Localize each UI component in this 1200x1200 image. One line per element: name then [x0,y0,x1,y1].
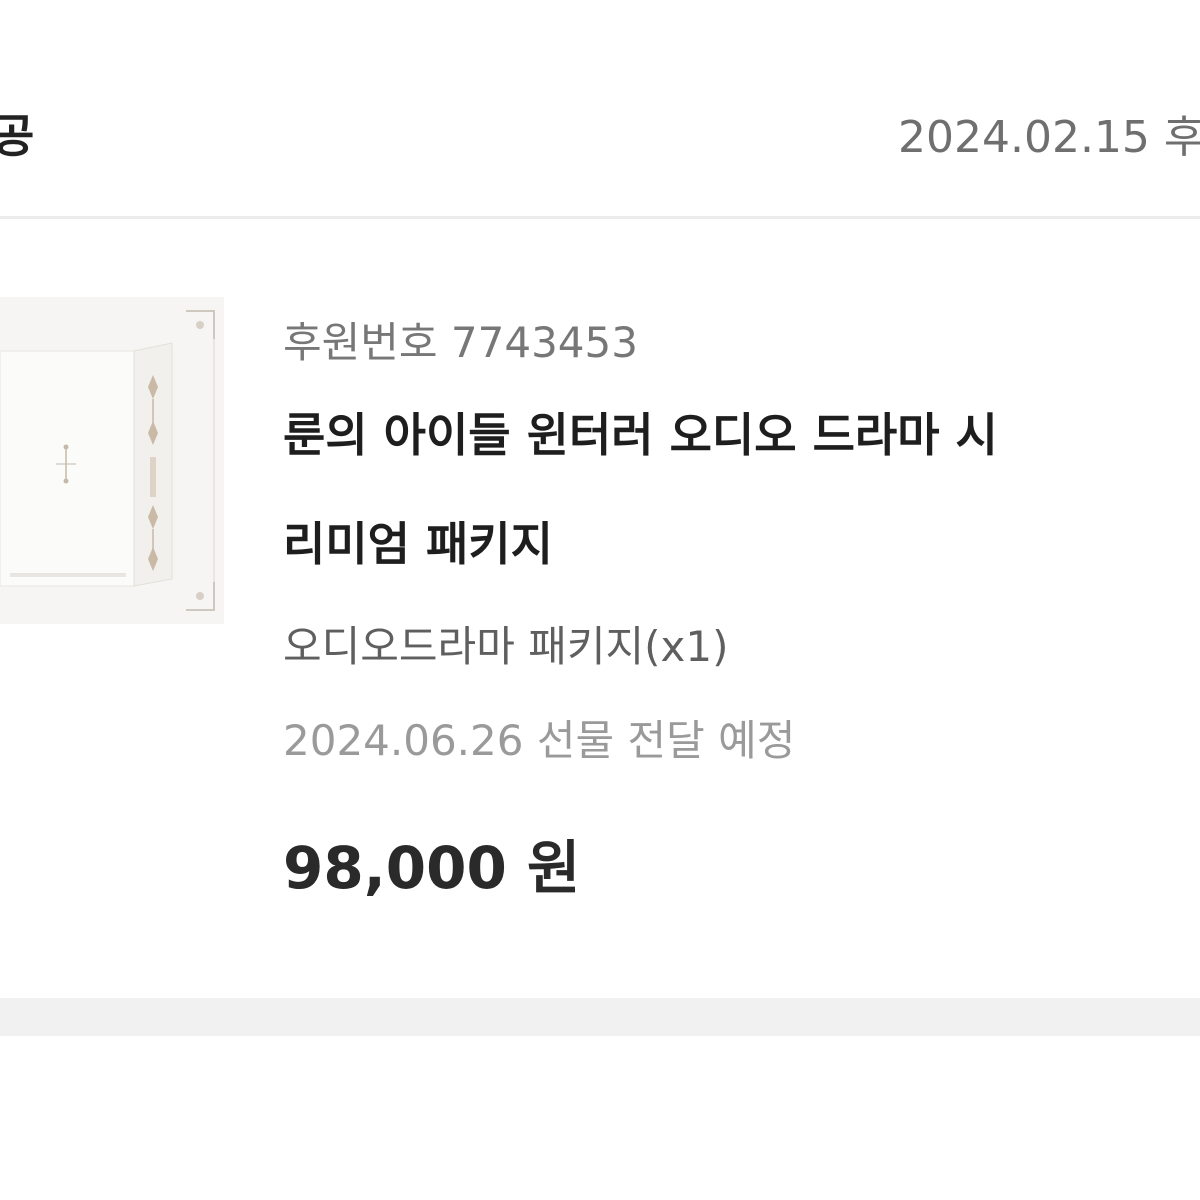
order-item-info: 후원번호 7743453 룬의 아이들 윈터러 오디오 드라마 시 리미엄 패키… [283,219,1200,998]
order-number: 후원번호 7743453 [283,318,638,367]
next-section [0,1036,1200,1200]
product-title-line-1: 룬의 아이들 윈터러 오디오 드라마 시 [283,408,998,462]
order-detail-screen: 공 2024.02.15 후 후원번호 7743453 룬의 아이들 윈터러 오… [0,0,1200,1200]
product-title-line-2: 리미엄 패키지 [283,517,553,571]
order-price: 98,000 원 [283,834,581,902]
order-header: 공 2024.02.15 후 [0,0,1200,219]
product-title[interactable]: 룬의 아이들 윈터러 오디오 드라마 시 리미엄 패키지 [283,405,1200,623]
product-thumbnail[interactable] [0,297,224,624]
order-date: 2024.02.15 후 [898,112,1200,163]
delivery-schedule: 2024.06.26 선물 전달 예정 [283,716,796,765]
product-box-icon [0,297,224,624]
product-option: 오디오드라마 패키지(x1) [283,622,729,671]
section-divider [0,998,1200,1036]
order-status-label: 공 [0,109,35,163]
order-item-card[interactable]: 후원번호 7743453 룬의 아이들 윈터러 오디오 드라마 시 리미엄 패키… [0,219,1200,998]
